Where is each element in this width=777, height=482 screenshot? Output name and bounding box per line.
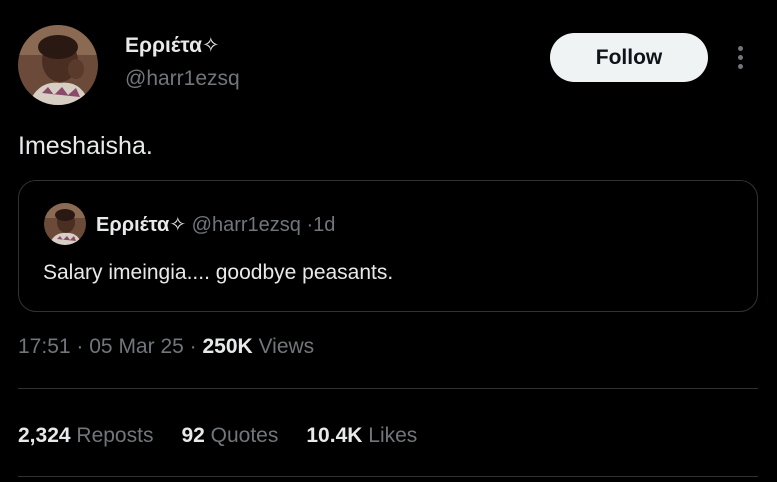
more-dot	[737, 63, 743, 69]
engagement-stats: 2,324 Reposts 92 Quotes 10.4K Likes	[18, 422, 417, 450]
quotes-stat[interactable]: 92 Quotes	[181, 422, 278, 450]
meta-separator: ·	[189, 335, 197, 358]
author-name[interactable]: Ερριέτα✧	[125, 33, 220, 59]
more-dot	[737, 54, 743, 60]
views-count: 250K	[202, 335, 253, 358]
reposts-count: 2,324	[18, 424, 71, 447]
meta-separator: ·	[76, 335, 84, 358]
reposts-stat[interactable]: 2,324 Reposts	[18, 422, 153, 450]
likes-count: 10.4K	[306, 424, 363, 447]
quotes-label: Quotes	[210, 424, 279, 447]
tweet-date[interactable]: 05 Mar 25	[89, 335, 184, 358]
quoted-header: Ερριέτα✧ @harr1ezsq ·1d	[96, 212, 335, 238]
more-dot	[737, 45, 743, 51]
views-label: Views	[258, 335, 315, 358]
author-handle[interactable]: @harr1ezsq	[125, 66, 240, 92]
quoted-age: 1d	[313, 214, 336, 236]
reposts-label: Reposts	[76, 424, 154, 447]
tweet-meta: 17:51 · 05 Mar 25 · 250K Views	[18, 333, 314, 361]
avatar-photo	[44, 203, 86, 245]
divider	[18, 476, 758, 477]
quoted-tweet-card[interactable]: Ερριέτα✧ @harr1ezsq ·1d Salary imeingia.…	[18, 180, 758, 312]
quoted-author-avatar	[44, 203, 86, 245]
quoted-author-handle: @harr1ezsq	[191, 214, 301, 236]
quoted-tweet-text: Salary imeingia.... goodbye peasants.	[43, 261, 394, 284]
divider	[18, 388, 758, 389]
tweet-text: Imeshaisha.	[18, 132, 153, 160]
author-avatar[interactable]	[18, 25, 98, 105]
likes-stat[interactable]: 10.4K Likes	[306, 422, 417, 450]
follow-button[interactable]: Follow	[550, 33, 708, 82]
more-vertical-icon[interactable]	[728, 40, 752, 74]
quoted-author-name: Ερριέτα✧	[96, 214, 187, 236]
tweet-time[interactable]: 17:51	[18, 335, 71, 358]
quotes-count: 92	[181, 424, 205, 447]
avatar-photo	[18, 25, 98, 105]
likes-label: Likes	[368, 424, 418, 447]
